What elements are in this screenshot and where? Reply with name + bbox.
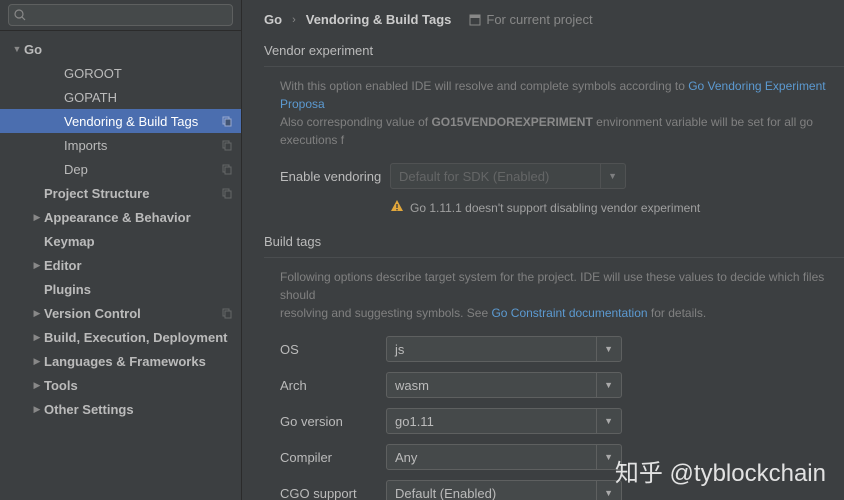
vendor-section: With this option enabled IDE will resolv… — [264, 66, 844, 216]
arch-select[interactable]: wasm ▼ — [386, 372, 622, 398]
os-row: OS js ▼ — [264, 336, 844, 362]
chevron-right-icon[interactable]: ▶ — [30, 260, 44, 271]
buildtags-section: Following options describe target system… — [264, 257, 844, 500]
sidebar-item-label: Version Control — [44, 306, 221, 321]
sidebar-item-goroot[interactable]: GOROOT — [0, 61, 241, 85]
sidebar-item-keymap[interactable]: Keymap — [0, 229, 241, 253]
sidebar-item-vendoring-build-tags[interactable]: Vendoring & Build Tags — [0, 109, 241, 133]
chevron-down-icon: ▼ — [596, 409, 613, 433]
arch-row: Arch wasm ▼ — [264, 372, 844, 398]
search-bar — [0, 0, 241, 31]
chevron-right-icon[interactable]: ▶ — [30, 404, 44, 415]
sidebar-item-label: Plugins — [44, 282, 233, 297]
sidebar-item-imports[interactable]: Imports — [0, 133, 241, 157]
settings-tree: ▼Go GOROOT GOPATH Vendoring & Build Tags Imp… — [0, 31, 241, 427]
search-input[interactable] — [8, 4, 233, 26]
sidebar-item-languages-frameworks[interactable]: ▶Languages & Frameworks — [0, 349, 241, 373]
settings-sidebar: ▼Go GOROOT GOPATH Vendoring & Build Tags Imp… — [0, 0, 242, 500]
scope-label: For current project — [486, 12, 592, 27]
sidebar-item-label: Other Settings — [44, 402, 233, 417]
chevron-right-icon[interactable]: ▶ — [30, 380, 44, 391]
chevron-right-icon[interactable]: ▶ — [30, 308, 44, 319]
chevron-down-icon[interactable]: ▼ — [10, 44, 24, 54]
os-select[interactable]: js ▼ — [386, 336, 622, 362]
sidebar-item-label: Tools — [44, 378, 233, 393]
breadcrumb: Go › Vendoring & Build Tags For current … — [264, 12, 844, 27]
sidebar-item-label: Editor — [44, 258, 233, 273]
buildtags-help-text: Following options describe target system… — [264, 268, 844, 322]
compiler-row: Compiler Any ▼ — [264, 444, 844, 470]
chevron-down-icon: ▼ — [596, 373, 613, 397]
arch-label: Arch — [280, 378, 386, 393]
enable-vendoring-label: Enable vendoring — [280, 169, 390, 184]
sidebar-item-build-execution-deployment[interactable]: ▶Build, Execution, Deployment — [0, 325, 241, 349]
sidebar-item-version-control[interactable]: ▶Version Control — [0, 301, 241, 325]
sidebar-item-other-settings[interactable]: ▶Other Settings — [0, 397, 241, 421]
cgo-select[interactable]: Default (Enabled) ▼ — [386, 480, 622, 500]
gover-label: Go version — [280, 414, 386, 429]
compiler-label: Compiler — [280, 450, 386, 465]
vendor-section-title: Vendor experiment — [264, 43, 844, 58]
copy-icon — [221, 139, 233, 151]
vendor-warning: Go 1.11.1 doesn't support disabling vend… — [390, 199, 844, 216]
sidebar-item-label: Appearance & Behavior — [44, 210, 233, 225]
scope-chip: For current project — [469, 12, 592, 27]
sidebar-item-label: Languages & Frameworks — [44, 354, 233, 369]
copy-icon — [221, 115, 233, 127]
sidebar-item-label: GOPATH — [64, 90, 233, 105]
sidebar-item-plugins[interactable]: Plugins — [0, 277, 241, 301]
sidebar-item-gopath[interactable]: GOPATH — [0, 85, 241, 109]
chevron-down-icon: ▼ — [596, 445, 613, 469]
constraint-doc-link[interactable]: Go Constraint documentation — [491, 306, 647, 320]
chevron-down-icon: ▼ — [596, 481, 613, 500]
chevron-right-icon[interactable]: ▶ — [30, 212, 44, 223]
chevron-right-icon: › — [292, 14, 296, 26]
sidebar-item-tools[interactable]: ▶Tools — [0, 373, 241, 397]
breadcrumb-root[interactable]: Go — [264, 12, 282, 27]
sidebar-item-dep[interactable]: Dep — [0, 157, 241, 181]
enable-vendoring-select[interactable]: Default for SDK (Enabled) ▼ — [390, 163, 626, 189]
sidebar-item-label: GOROOT — [64, 66, 233, 81]
sidebar-item-label: Project Structure — [44, 186, 221, 201]
chevron-right-icon[interactable]: ▶ — [30, 356, 44, 367]
chevron-down-icon: ▼ — [600, 164, 617, 188]
sidebar-item-label: Vendoring & Build Tags — [64, 114, 221, 129]
gover-row: Go version go1.11 ▼ — [264, 408, 844, 434]
sidebar-item-label: Dep — [64, 162, 221, 177]
sidebar-item-go[interactable]: ▼Go — [0, 37, 241, 61]
sidebar-item-label: Keymap — [44, 234, 233, 249]
cgo-row: CGO support Default (Enabled) ▼ — [264, 480, 844, 500]
enable-vendoring-row: Enable vendoring Default for SDK (Enable… — [264, 163, 844, 189]
cgo-label: CGO support — [280, 486, 386, 500]
sidebar-item-label: Build, Execution, Deployment — [44, 330, 233, 345]
chevron-down-icon: ▼ — [596, 337, 613, 361]
copy-icon — [221, 163, 233, 175]
gover-select[interactable]: go1.11 ▼ — [386, 408, 622, 434]
chevron-right-icon[interactable]: ▶ — [30, 332, 44, 343]
project-icon — [469, 14, 481, 26]
copy-icon — [221, 187, 233, 199]
buildtags-section-title: Build tags — [264, 234, 844, 249]
breadcrumb-current: Vendoring & Build Tags — [306, 12, 452, 27]
sidebar-item-editor[interactable]: ▶Editor — [0, 253, 241, 277]
warning-icon — [390, 199, 404, 216]
sidebar-item-label: Imports — [64, 138, 221, 153]
sidebar-item-appearance-behavior[interactable]: ▶Appearance & Behavior — [0, 205, 241, 229]
os-label: OS — [280, 342, 386, 357]
sidebar-item-label: Go — [24, 42, 233, 57]
sidebar-item-project-structure[interactable]: Project Structure — [0, 181, 241, 205]
compiler-select[interactable]: Any ▼ — [386, 444, 622, 470]
vendor-help-text: With this option enabled IDE will resolv… — [264, 77, 844, 149]
copy-icon — [221, 307, 233, 319]
settings-main-panel: Go › Vendoring & Build Tags For current … — [242, 0, 844, 500]
